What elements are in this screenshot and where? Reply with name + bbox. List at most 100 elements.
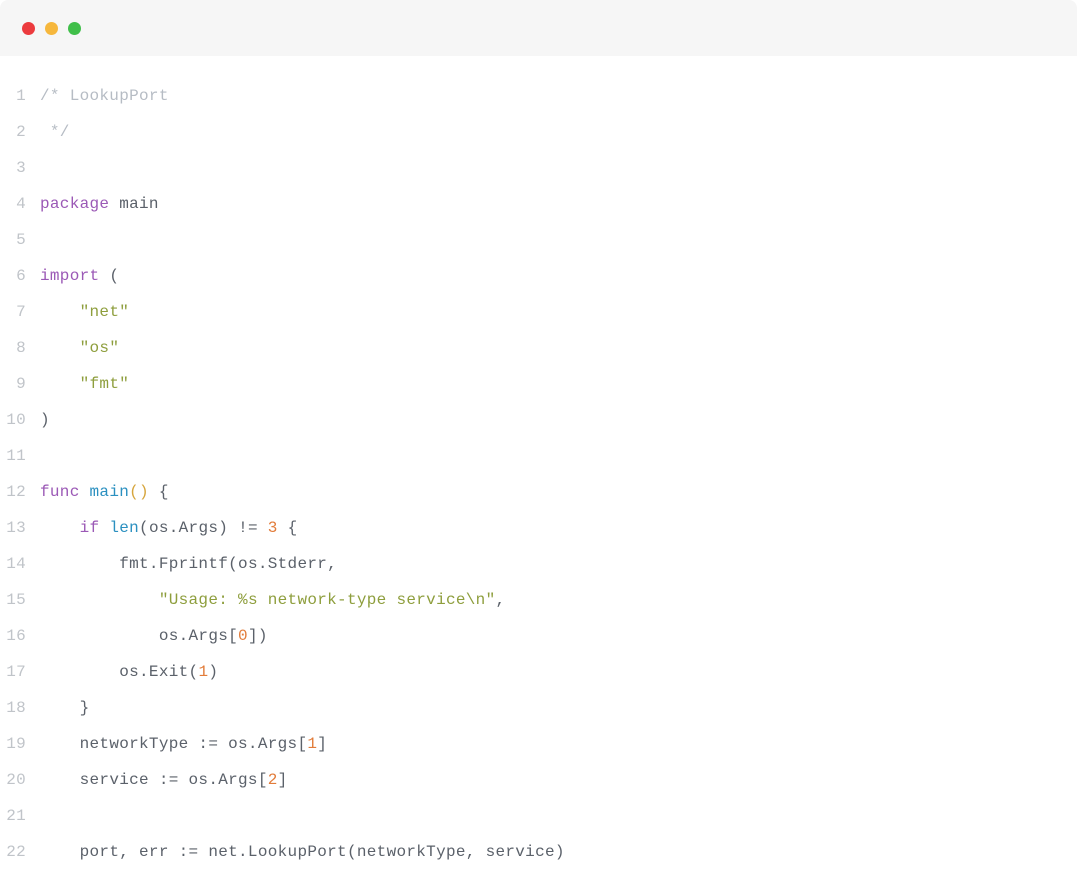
token-plain — [40, 735, 80, 753]
code-content[interactable]: "Usage: %s network-type service\n", — [40, 582, 505, 618]
token-ident: os.Args — [159, 627, 228, 645]
code-line[interactable]: 16 os.Args[0]) — [0, 618, 1077, 654]
code-content[interactable]: service := os.Args[2] — [40, 762, 288, 798]
code-content[interactable]: */ — [40, 114, 70, 150]
token-plain — [40, 771, 80, 789]
token-string: "net" — [80, 303, 130, 321]
token-func: main — [90, 483, 130, 501]
token-number: 1 — [307, 735, 317, 753]
code-content[interactable]: networkType := os.Args[1] — [40, 726, 327, 762]
token-paren: ( — [347, 843, 357, 861]
token-punct: } — [80, 699, 90, 717]
line-number: 8 — [0, 330, 40, 366]
token-plain — [278, 519, 288, 537]
token-ident: os.Args — [149, 519, 218, 537]
code-line[interactable]: 22 port, err := net.LookupPort(networkTy… — [0, 834, 1077, 870]
code-line[interactable]: 12func main() { — [0, 474, 1077, 510]
code-content[interactable]: if len(os.Args) != 3 { — [40, 510, 298, 546]
line-number: 21 — [0, 798, 40, 834]
token-paren: ( — [109, 267, 119, 285]
code-content[interactable]: func main() { — [40, 474, 169, 510]
token-punct: , — [327, 555, 337, 573]
maximize-icon[interactable] — [68, 22, 81, 35]
code-line[interactable]: 10) — [0, 402, 1077, 438]
token-ident: service := os.Args — [80, 771, 258, 789]
code-content[interactable]: port, err := net.LookupPort(networkType,… — [40, 834, 565, 870]
code-line[interactable]: 9 "fmt" — [0, 366, 1077, 402]
token-keyword: if — [80, 519, 100, 537]
code-content[interactable]: os.Args[0]) — [40, 618, 268, 654]
token-ident: os.Exit — [119, 663, 188, 681]
token-plain — [40, 843, 80, 861]
code-editor[interactable]: 1/* LookupPort2 */34package main56import… — [0, 56, 1077, 870]
token-punct: [ — [228, 627, 238, 645]
line-number: 6 — [0, 258, 40, 294]
code-line[interactable]: 15 "Usage: %s network-type service\n", — [0, 582, 1077, 618]
token-plain — [40, 555, 119, 573]
token-paren: ) — [40, 411, 50, 429]
code-content[interactable]: ) — [40, 402, 50, 438]
token-plain — [109, 195, 119, 213]
token-keyword: func — [40, 483, 80, 501]
minimize-icon[interactable] — [45, 22, 58, 35]
code-content[interactable]: "net" — [40, 294, 129, 330]
token-plain — [149, 483, 159, 501]
code-content[interactable]: } — [40, 690, 90, 726]
code-line[interactable]: 4package main — [0, 186, 1077, 222]
code-content[interactable]: "os" — [40, 330, 119, 366]
code-line[interactable]: 3 — [0, 150, 1077, 186]
code-line[interactable]: 5 — [0, 222, 1077, 258]
code-line[interactable]: 8 "os" — [0, 330, 1077, 366]
token-paren-yellow: () — [129, 483, 149, 501]
code-content[interactable]: os.Exit(1) — [40, 654, 218, 690]
line-number: 3 — [0, 150, 40, 186]
line-number: 2 — [0, 114, 40, 150]
token-punct: { — [288, 519, 298, 537]
token-ident: networkType := os.Args — [80, 735, 298, 753]
code-line[interactable]: 2 */ — [0, 114, 1077, 150]
code-content[interactable]: /* LookupPort — [40, 78, 169, 114]
line-number: 7 — [0, 294, 40, 330]
code-line[interactable]: 1/* LookupPort — [0, 78, 1077, 114]
line-number: 9 — [0, 366, 40, 402]
code-line[interactable]: 14 fmt.Fprintf(os.Stderr, — [0, 546, 1077, 582]
token-paren: ( — [228, 555, 238, 573]
token-paren: ( — [139, 519, 149, 537]
code-content[interactable]: "fmt" — [40, 366, 129, 402]
code-line[interactable]: 11 — [0, 438, 1077, 474]
token-string: "Usage: %s network-type service\n" — [159, 591, 496, 609]
line-number: 14 — [0, 546, 40, 582]
close-icon[interactable] — [22, 22, 35, 35]
code-line[interactable]: 21 — [0, 798, 1077, 834]
token-ident: os.Stderr — [238, 555, 327, 573]
code-content[interactable]: package main — [40, 186, 159, 222]
token-number: 3 — [268, 519, 278, 537]
token-punct: ] — [248, 627, 258, 645]
token-paren: ) — [218, 519, 228, 537]
code-line[interactable]: 17 os.Exit(1) — [0, 654, 1077, 690]
line-number: 13 — [0, 510, 40, 546]
line-number: 18 — [0, 690, 40, 726]
line-number: 1 — [0, 78, 40, 114]
token-ident: networkType, service — [357, 843, 555, 861]
code-content[interactable]: import ( — [40, 258, 119, 294]
code-line[interactable]: 19 networkType := os.Args[1] — [0, 726, 1077, 762]
line-number: 12 — [0, 474, 40, 510]
code-line[interactable]: 20 service := os.Args[2] — [0, 762, 1077, 798]
token-punct: { — [159, 483, 169, 501]
line-number: 19 — [0, 726, 40, 762]
code-content[interactable]: fmt.Fprintf(os.Stderr, — [40, 546, 337, 582]
token-string: "fmt" — [80, 375, 130, 393]
code-line[interactable]: 13 if len(os.Args) != 3 { — [0, 510, 1077, 546]
token-paren: ( — [189, 663, 199, 681]
token-number: 1 — [198, 663, 208, 681]
line-number: 4 — [0, 186, 40, 222]
token-ident: fmt.Fprintf — [119, 555, 228, 573]
token-string: "os" — [80, 339, 120, 357]
token-keyword: package — [40, 195, 109, 213]
token-punct: , — [495, 591, 505, 609]
code-line[interactable]: 7 "net" — [0, 294, 1077, 330]
token-plain — [40, 303, 80, 321]
code-line[interactable]: 6import ( — [0, 258, 1077, 294]
code-line[interactable]: 18 } — [0, 690, 1077, 726]
